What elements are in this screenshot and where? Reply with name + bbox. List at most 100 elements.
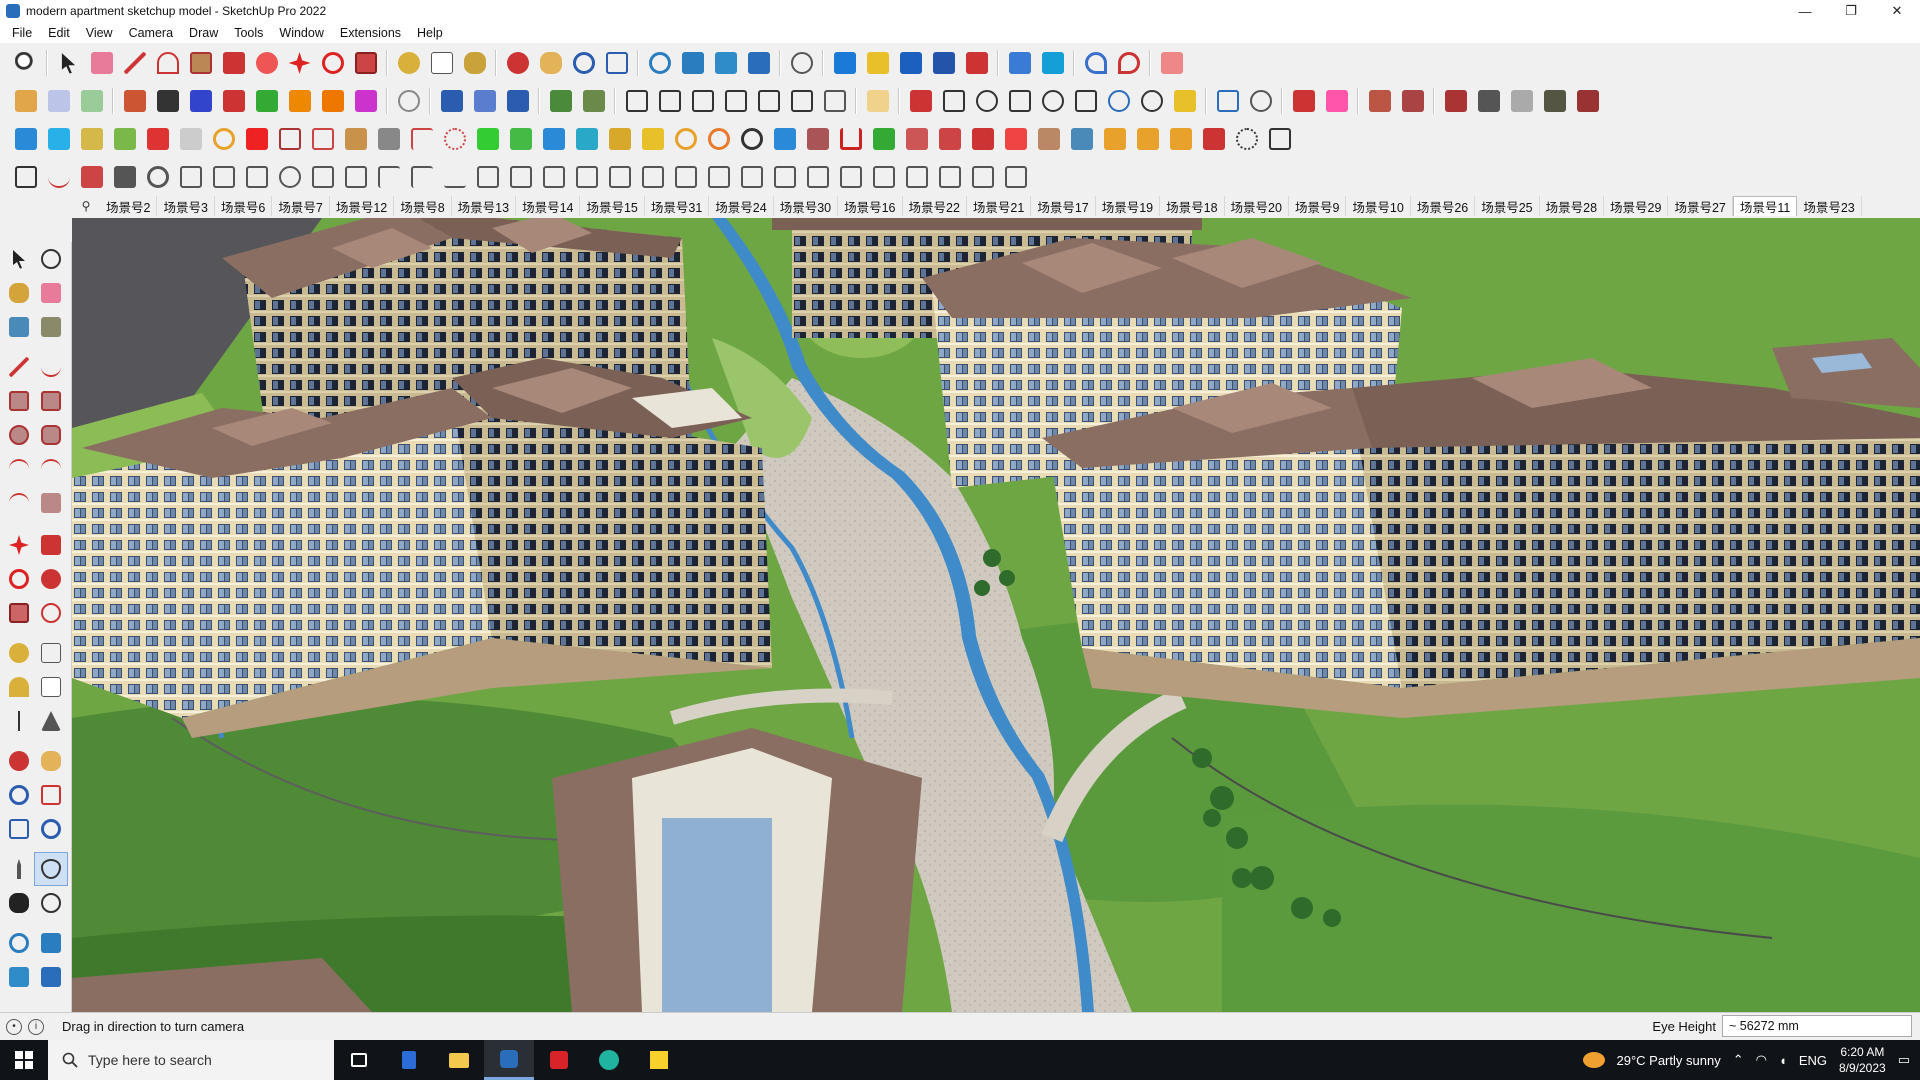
menu-draw[interactable]: Draw	[181, 26, 226, 40]
shape-b-icon[interactable]	[208, 162, 239, 193]
scene-tab-active[interactable]: 场景号11	[1732, 196, 1798, 216]
layer-5-icon[interactable]	[142, 124, 173, 155]
weather-text[interactable]: 29°C Partly sunny	[1617, 1053, 1721, 1068]
scene-tab[interactable]: 场景号31	[645, 196, 710, 216]
material-1-icon[interactable]	[1364, 86, 1395, 117]
cone-2-icon[interactable]	[604, 124, 635, 155]
notification-icon[interactable]: ▭	[1898, 1052, 1910, 1068]
house-2-icon[interactable]	[654, 86, 685, 117]
swap-icon[interactable]	[934, 124, 965, 155]
hatch-2-icon[interactable]	[1132, 124, 1163, 155]
material-2-icon[interactable]	[1397, 86, 1428, 117]
scene-tab[interactable]: 场景号18	[1160, 196, 1225, 216]
pointer-icon[interactable]	[578, 86, 609, 117]
curve-icon[interactable]	[393, 86, 424, 117]
zoom-extents-icon[interactable]	[601, 48, 632, 79]
close-button[interactable]: ✕	[1874, 0, 1920, 22]
select-icon[interactable]	[53, 48, 84, 79]
shape-f-icon[interactable]	[340, 162, 371, 193]
scale-tool-icon[interactable]	[6, 600, 32, 626]
push-pull-icon[interactable]	[218, 48, 249, 79]
polygon-tool-icon[interactable]	[38, 422, 64, 448]
tag-icon[interactable]	[862, 86, 893, 117]
line-tool-icon[interactable]	[6, 354, 32, 380]
car-icon[interactable]	[76, 162, 107, 193]
section-cut-icon[interactable]	[895, 48, 926, 79]
shape-o-icon[interactable]	[637, 162, 668, 193]
shape-10-icon[interactable]	[1245, 86, 1276, 117]
scene-search-icon[interactable]: ⚲	[72, 199, 100, 213]
dots-icon[interactable]	[1231, 124, 1262, 155]
qr-icon[interactable]	[1264, 124, 1295, 155]
scene-tab[interactable]: 场景号7	[272, 196, 330, 216]
shape-r-icon[interactable]	[736, 162, 767, 193]
move-icon[interactable]	[284, 48, 315, 79]
freehand-icon[interactable]	[38, 354, 64, 380]
explode-icon[interactable]	[1198, 124, 1229, 155]
sandbox-icon[interactable]	[119, 86, 150, 117]
start-button[interactable]	[0, 1040, 48, 1080]
tag-tool-icon[interactable]	[38, 314, 64, 340]
acrobat-icon[interactable]	[534, 1040, 584, 1080]
puzzle-icon[interactable]	[1033, 124, 1064, 155]
position-camera-icon[interactable]	[6, 856, 32, 882]
edge-icon[interactable]	[584, 1040, 634, 1080]
menu-file[interactable]: File	[4, 26, 40, 40]
arrow-tool-icon[interactable]	[1288, 86, 1319, 117]
shape-k-icon[interactable]	[505, 162, 536, 193]
shape-a-icon[interactable]	[175, 162, 206, 193]
rectangle-icon[interactable]	[185, 48, 216, 79]
arc-tool-icon[interactable]	[6, 456, 32, 482]
orbit-icon[interactable]	[502, 48, 533, 79]
shape-u-icon[interactable]	[835, 162, 866, 193]
knife-icon[interactable]	[109, 162, 140, 193]
shape-y-icon[interactable]	[967, 162, 998, 193]
file-explorer-icon[interactable]	[434, 1040, 484, 1080]
blue-x-icon[interactable]	[538, 124, 569, 155]
scene-tab[interactable]: 场景号3	[157, 196, 215, 216]
rotated-rectangle-icon[interactable]	[38, 388, 64, 414]
group-icon[interactable]	[43, 86, 74, 117]
layer-4-icon[interactable]	[109, 124, 140, 155]
pan-icon[interactable]	[535, 48, 566, 79]
scene-tab[interactable]: 场景号28	[1540, 196, 1605, 216]
shape-3-icon[interactable]	[1004, 86, 1035, 117]
offset-tool-icon[interactable]	[38, 600, 64, 626]
warning-icon[interactable]	[637, 124, 668, 155]
undo-icon[interactable]	[1080, 48, 1111, 79]
solid-icon[interactable]	[76, 86, 107, 117]
shape-6-icon[interactable]	[1103, 86, 1134, 117]
paint-bucket-icon[interactable]	[459, 48, 490, 79]
house-3-icon[interactable]	[687, 86, 718, 117]
house-4-icon[interactable]	[720, 86, 751, 117]
shape-m-icon[interactable]	[571, 162, 602, 193]
loop-icon[interactable]	[208, 124, 239, 155]
scene-tab[interactable]: 场景号8	[394, 196, 452, 216]
layer-6-icon[interactable]	[175, 124, 206, 155]
render-2-icon[interactable]	[1473, 86, 1504, 117]
menu-camera[interactable]: Camera	[121, 26, 181, 40]
layout-icon[interactable]	[710, 48, 741, 79]
paint-bucket-icon[interactable]	[6, 280, 32, 306]
cone-icon[interactable]	[571, 124, 602, 155]
scene-tab[interactable]: 场景号16	[838, 196, 903, 216]
wall-icon[interactable]	[436, 86, 467, 117]
chevron-up-icon[interactable]: ⌃	[1733, 1052, 1744, 1068]
text-icon[interactable]	[426, 48, 457, 79]
menu-extensions[interactable]: Extensions	[332, 26, 409, 40]
shape-x-icon[interactable]	[934, 162, 965, 193]
sketchup-taskbar-icon[interactable]	[484, 1040, 534, 1080]
render-3-icon[interactable]	[1506, 86, 1537, 117]
stamp-icon[interactable]	[152, 86, 183, 117]
zoom-tool-icon[interactable]	[6, 782, 32, 808]
grid-icon[interactable]	[274, 124, 305, 155]
red-box-icon[interactable]	[241, 124, 272, 155]
render-4-icon[interactable]	[1539, 86, 1570, 117]
tape-measure-tool-icon[interactable]	[6, 640, 32, 666]
from-scratch-icon[interactable]	[350, 86, 381, 117]
bucket-icon[interactable]	[802, 124, 833, 155]
minimize-button[interactable]: —	[1782, 0, 1828, 22]
curve-points-icon[interactable]	[439, 124, 470, 155]
shuffle-icon[interactable]	[901, 124, 932, 155]
box-icon[interactable]	[340, 124, 371, 155]
